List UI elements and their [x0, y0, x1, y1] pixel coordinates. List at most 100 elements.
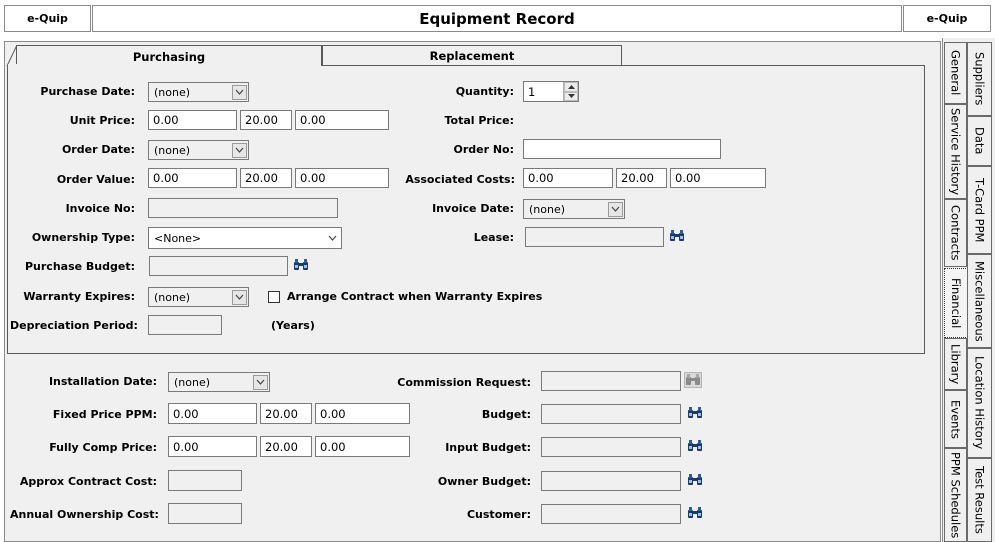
input-budget-label: Input Budget: — [445, 441, 531, 454]
ownership-type-value: <None> — [154, 231, 202, 245]
stepper-down-icon[interactable] — [564, 91, 578, 101]
tab-replacement[interactable]: Replacement — [322, 45, 622, 65]
quantity-stepper[interactable]: 1 — [523, 81, 579, 102]
annual-ownership-cost-label: Annual Ownership Cost: — [10, 508, 159, 521]
tab-test-results[interactable]: Test Results — [967, 458, 992, 542]
tab-service-history[interactable]: Service History — [944, 104, 967, 199]
page-title: Equipment Record — [92, 5, 902, 32]
right-app-button[interactable]: e-Quip — [903, 5, 991, 32]
installation-date-combo[interactable]: (none) — [168, 372, 270, 392]
owner-budget-binoculars-icon[interactable] — [686, 472, 704, 488]
depreciation-period-label: Depreciation Period: — [10, 319, 138, 332]
tab-t-card-ppm[interactable]: T-Card PPM — [967, 166, 992, 254]
order-value-tax-field[interactable]: 0.00 — [295, 168, 389, 188]
ownership-type-label: Ownership Type: — [31, 231, 135, 244]
associated-costs-tax-field[interactable]: 0.00 — [670, 168, 766, 188]
order-date-value: (none) — [154, 143, 191, 157]
input-budget-field[interactable] — [541, 437, 681, 457]
order-date-combo[interactable]: (none) — [148, 140, 249, 160]
tab-events[interactable]: Events — [944, 390, 967, 448]
depreciation-period-field[interactable] — [148, 315, 222, 335]
left-app-button[interactable]: e-Quip — [4, 5, 91, 32]
associated-costs-rate-field[interactable]: 20.00 — [616, 168, 667, 188]
arrange-contract-checkbox[interactable] — [268, 291, 280, 303]
tab-join — [8, 64, 321, 66]
chevron-down-icon — [325, 231, 340, 246]
unit-price-tax-field[interactable]: 0.00 — [295, 110, 389, 130]
associated-costs-field[interactable]: 0.00 — [523, 168, 613, 188]
quantity-label: Quantity: — [455, 85, 514, 98]
chevron-down-icon — [253, 374, 268, 390]
years-label: (Years) — [271, 319, 315, 332]
customer-field[interactable] — [541, 504, 681, 524]
warranty-expires-combo[interactable]: (none) — [148, 287, 249, 307]
chevron-down-icon — [232, 142, 247, 158]
stepper-arrows[interactable] — [563, 82, 578, 101]
purchase-budget-field[interactable] — [149, 256, 288, 276]
tab-contracts[interactable]: Contracts — [944, 199, 967, 267]
order-value-label: Order Value: — [56, 173, 135, 186]
order-no-label: Order No: — [453, 143, 514, 156]
tab-miscellaneous[interactable]: Miscellaneous — [967, 254, 992, 348]
total-price-label: Total Price: — [444, 114, 514, 127]
fully-comp-price-label: Fully Comp Price: — [49, 441, 157, 454]
tab-general[interactable]: General — [944, 42, 967, 104]
invoice-no-label: Invoice No: — [65, 202, 135, 215]
order-no-field[interactable] — [523, 139, 721, 159]
fully-comp-price-field[interactable]: 0.00 — [168, 436, 257, 457]
chevron-down-icon — [232, 289, 247, 305]
tab-ppm-schedules[interactable]: PPM Schedules — [944, 448, 967, 542]
fixed-price-ppm-field[interactable]: 0.00 — [168, 403, 257, 424]
associated-costs-label: Associated Costs: — [405, 173, 515, 186]
fixed-price-ppm-label: Fixed Price PPM: — [52, 408, 157, 421]
installation-date-label: Installation Date: — [48, 375, 157, 388]
tab-data[interactable]: Data — [967, 116, 992, 166]
order-value-rate-field[interactable]: 20.00 — [240, 168, 292, 188]
chevron-down-icon — [232, 84, 247, 100]
commission-request-binoculars-icon[interactable] — [684, 372, 702, 388]
tab-location-history[interactable]: Location History — [967, 348, 992, 458]
budget-field[interactable] — [541, 404, 681, 424]
purchase-date-label: Purchase Date: — [40, 85, 135, 98]
unit-price-rate-field[interactable]: 20.00 — [240, 110, 292, 130]
ownership-type-combo[interactable]: <None> — [148, 227, 342, 249]
order-value-field[interactable]: 0.00 — [148, 168, 237, 188]
quantity-value: 1 — [528, 84, 536, 99]
warranty-expires-value: (none) — [154, 290, 191, 304]
unit-price-label: Unit Price: — [69, 114, 135, 127]
warranty-expires-label: Warranty Expires: — [23, 290, 135, 303]
owner-budget-label: Owner Budget: — [437, 475, 531, 488]
unit-price-field[interactable]: 0.00 — [148, 110, 237, 130]
lease-field[interactable] — [525, 227, 664, 247]
fixed-price-ppm-rate-field[interactable]: 20.00 — [260, 403, 312, 424]
tab-library[interactable]: Library — [944, 338, 967, 390]
purchase-budget-binoculars-icon[interactable] — [292, 257, 310, 273]
purchase-budget-label: Purchase Budget: — [24, 260, 135, 273]
invoice-date-label: Invoice Date: — [432, 202, 514, 215]
fully-comp-price-rate-field[interactable]: 20.00 — [260, 436, 312, 457]
budget-label: Budget: — [481, 408, 531, 421]
order-date-label: Order Date: — [61, 143, 135, 156]
invoice-date-combo[interactable]: (none) — [523, 199, 625, 219]
chevron-down-icon — [608, 201, 623, 217]
lease-label: Lease: — [473, 231, 514, 244]
approx-contract-cost-field[interactable] — [168, 470, 242, 491]
commission-request-field[interactable] — [541, 371, 681, 391]
commission-request-label: Commission Request: — [397, 376, 531, 389]
stepper-up-icon[interactable] — [564, 82, 578, 92]
invoice-date-value: (none) — [529, 202, 566, 216]
annual-ownership-cost-field[interactable] — [168, 503, 242, 524]
customer-label: Customer: — [466, 508, 531, 521]
tab-financial[interactable]: Financial — [944, 268, 968, 338]
purchase-date-value: (none) — [154, 85, 191, 99]
customer-binoculars-icon[interactable] — [686, 505, 704, 521]
purchase-date-combo[interactable]: (none) — [148, 82, 249, 102]
lease-lookup-binoculars-icon[interactable] — [668, 228, 686, 244]
input-budget-binoculars-icon[interactable] — [686, 438, 704, 454]
tab-suppliers[interactable]: Suppliers — [967, 42, 992, 116]
budget-binoculars-icon[interactable] — [686, 405, 704, 421]
owner-budget-field[interactable] — [541, 471, 681, 491]
arrange-contract-label: Arrange Contract when Warranty Expires — [287, 290, 543, 303]
invoice-no-field[interactable] — [148, 198, 338, 218]
installation-date-value: (none) — [174, 375, 211, 389]
